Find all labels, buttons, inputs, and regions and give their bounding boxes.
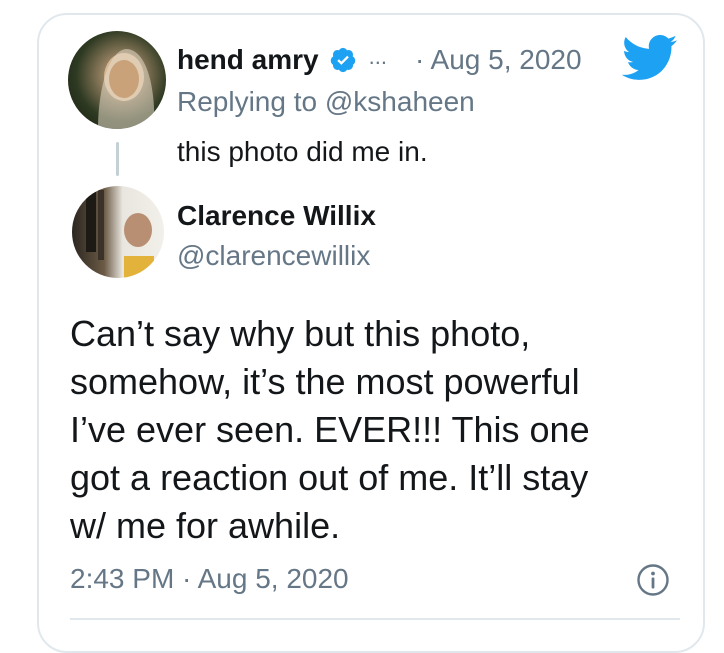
quoted-text-line: somehow, it’s the most powerful — [70, 361, 580, 402]
replying-to-handle[interactable]: @kshaheen — [325, 86, 475, 117]
reply-tweet-text: this photo did me in. — [177, 136, 428, 167]
thread-connector-line — [116, 142, 119, 176]
reply-date[interactable]: · Aug 5, 2020 — [415, 44, 582, 76]
quoted-text-line: w/ me for awhile. — [70, 505, 341, 546]
info-icon[interactable] — [636, 563, 670, 597]
twitter-bird-icon[interactable] — [622, 34, 678, 82]
reply-author-name[interactable]: hend amry — [177, 44, 319, 76]
avatar-hend-amry[interactable] — [68, 31, 166, 129]
quoted-text-line: got a reaction out of me. It’ll stay — [70, 457, 589, 498]
avatar-clarence-willix[interactable] — [72, 186, 164, 278]
avatar-clarence-image — [86, 190, 154, 278]
replying-to-label: Replying to — [177, 86, 318, 117]
quoted-timestamp[interactable]: 2:43 PM · Aug 5, 2020 — [70, 563, 349, 595]
quoted-author-handle[interactable]: @clarencewillix — [177, 240, 370, 272]
date-separator: · — [414, 44, 425, 75]
quoted-tweet-text: Can’t say why but this photo, somehow, i… — [70, 310, 680, 550]
quoted-author-name[interactable]: Clarence Willix — [177, 200, 376, 232]
verified-badge-icon — [329, 46, 357, 74]
name-truncation-ellipsis: ... — [368, 44, 387, 69]
quoted-text-line: Can’t say why but this photo, — [70, 313, 531, 354]
reply-author-row: hend amry ... · Aug 5, 2020 — [177, 40, 582, 80]
card-divider — [70, 618, 680, 620]
reply-date-text: Aug 5, 2020 — [430, 44, 582, 75]
avatar-hend-image — [98, 49, 155, 129]
quoted-text-line: I’ve ever seen. EVER!!! This one — [70, 409, 590, 450]
replying-to-line: Replying to @kshaheen — [177, 86, 475, 118]
